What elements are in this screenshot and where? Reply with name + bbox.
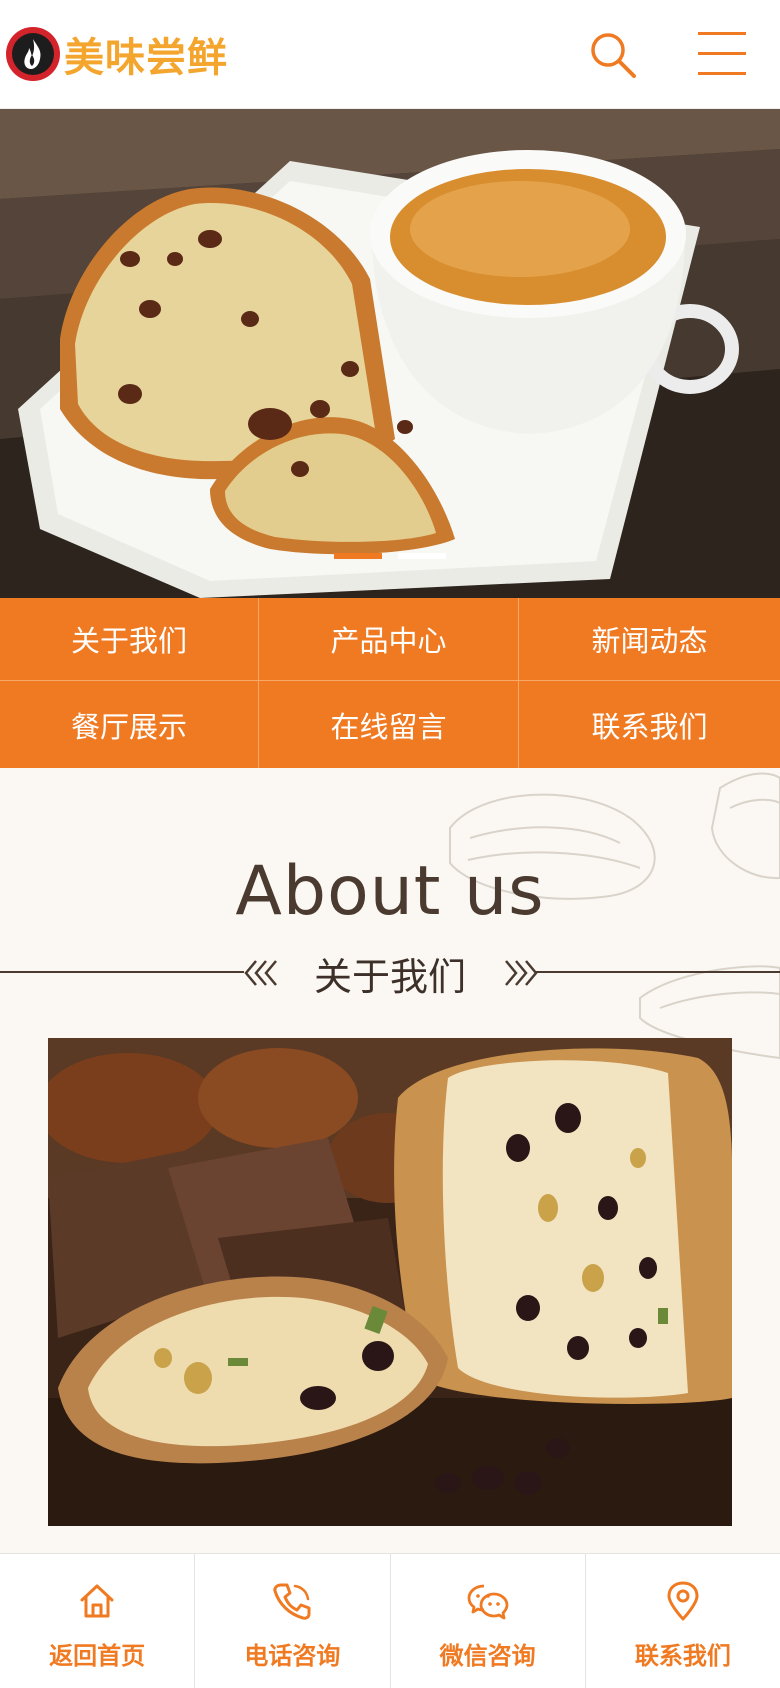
tab-contact-label: 联系我们 (634, 1642, 731, 1670)
logo-flame-icon (6, 27, 60, 81)
about-title-chinese: 关于我们 (313, 955, 466, 999)
carousel-dot-1[interactable] (334, 553, 382, 559)
brand-name: 美味尝鲜 (64, 34, 228, 81)
about-section: About us 关于我们 (0, 768, 780, 1553)
home-icon (80, 1584, 114, 1618)
hamburger-menu-icon[interactable] (696, 30, 748, 78)
carousel-dot-2[interactable] (398, 553, 446, 559)
carousel-indicators (334, 553, 446, 559)
phone-icon (273, 1583, 311, 1620)
nav-products[interactable]: 产品中心 (259, 598, 519, 681)
tab-wechat-label: 微信咨询 (439, 1642, 536, 1670)
tab-home-label: 返回首页 (49, 1642, 146, 1670)
nav-online-message[interactable]: 在线留言 (259, 681, 519, 768)
tab-phone[interactable]: 电话咨询 (195, 1554, 391, 1688)
bottom-tab-bar: 返回首页 电话咨询 微信咨询 联系我们 (0, 1553, 780, 1688)
about-image-raisin-bread (48, 1038, 732, 1526)
hero-banner[interactable] (0, 109, 780, 598)
wechat-icon (467, 1584, 509, 1620)
quick-nav-grid: 关于我们 产品中心 新闻动态 餐厅展示 在线留言 联系我们 (0, 598, 780, 768)
location-pin-icon (667, 1581, 699, 1621)
nav-about-us[interactable]: 关于我们 (0, 598, 259, 681)
tab-home[interactable]: 返回首页 (0, 1554, 196, 1688)
about-title-english: About us (235, 852, 545, 931)
site-logo[interactable]: 美味尝鲜 (6, 25, 228, 83)
nav-contact-us[interactable]: 联系我们 (519, 681, 780, 768)
tab-contact[interactable]: 联系我们 (586, 1554, 780, 1688)
tab-phone-label: 电话咨询 (244, 1642, 341, 1670)
top-header: 美味尝鲜 (0, 0, 780, 109)
tab-wechat[interactable]: 微信咨询 (391, 1554, 586, 1688)
search-icon[interactable] (588, 30, 640, 82)
nav-restaurant-gallery[interactable]: 餐厅展示 (0, 681, 259, 768)
nav-news[interactable]: 新闻动态 (519, 598, 780, 681)
banner-image-coffee-cake (0, 109, 780, 598)
